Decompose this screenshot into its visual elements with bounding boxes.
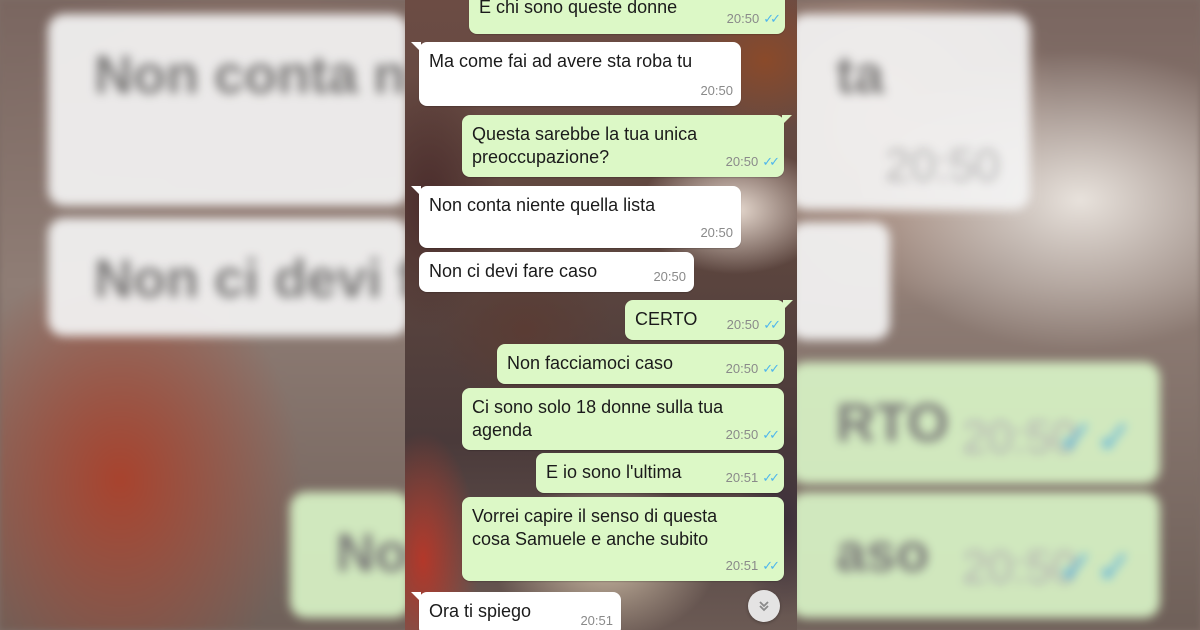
message-time: 20:50	[700, 83, 733, 98]
bg-bubble-7: aso 20:50 ✓✓	[790, 492, 1160, 618]
message-time: 20:50	[725, 361, 759, 376]
message-time: 20:50	[725, 427, 759, 442]
double-check-icon: ✓✓	[1056, 541, 1134, 593]
message-text: Vorrei capire il senso di questa cosa Sa…	[472, 506, 718, 549]
chat-window[interactable]: E chi sono queste donne 20:50 ✓✓ Ma come …	[405, 0, 797, 630]
bg-bubble-text: ta	[836, 45, 885, 105]
message-bubble: Ma come fai ad avere sta roba tu 20:50	[411, 42, 741, 106]
bg-bubble-text: No	[336, 523, 408, 583]
scroll-down-button[interactable]	[748, 590, 780, 622]
message-bubble: CERTO 20:50 ✓✓	[625, 300, 793, 340]
message-text: Non conta niente quella lista	[429, 195, 656, 215]
message-bubble: Ci sono solo 18 donne sulla tua agenda 2…	[462, 388, 784, 450]
message-bubble: Non conta niente quella lista 20:50	[411, 186, 741, 248]
message-text: Non ci devi fare caso	[429, 261, 598, 281]
message-text: Ma come fai ad avere sta roba tu	[429, 51, 693, 71]
message-time: 20:51	[725, 558, 759, 573]
message-time: 20:51	[580, 613, 613, 628]
bg-bubble-text: aso	[836, 523, 930, 583]
bg-bubble-text: Non ci devi f	[94, 249, 408, 309]
double-check-icon: ✓✓	[762, 427, 780, 442]
message-bubble: Vorrei capire il senso di questa cosa Sa…	[462, 497, 784, 581]
message-time: 20:50	[726, 317, 760, 332]
bg-bubble-text: Non conta n	[94, 45, 406, 105]
message-time: 20:50	[700, 225, 733, 240]
bg-bubble-text: RTO	[836, 393, 950, 453]
bg-bubble-4	[790, 222, 890, 340]
bg-bubble-time: 20:50	[884, 139, 1000, 191]
message-bubble: Non ci devi fare caso 20:50	[419, 252, 694, 292]
bg-bubble-5: RTO 20:50 ✓✓	[790, 362, 1160, 484]
message-time: 20:50	[725, 154, 759, 169]
bg-bubble-1: Non conta n	[48, 14, 408, 206]
message-bubble: Ora ti spiego 20:51	[411, 592, 621, 630]
message-time: 20:50	[653, 269, 686, 284]
double-check-icon: ✓✓	[762, 558, 780, 573]
bg-bubble-6: No	[290, 492, 410, 618]
message-time: 20:50	[726, 11, 760, 26]
chevron-double-down-icon	[757, 597, 771, 614]
message-bubble: E chi sono queste donne 20:50 ✓✓	[469, 0, 785, 34]
bg-bubble-3: ta 20:50	[790, 14, 1030, 210]
double-check-icon: ✓✓	[762, 154, 780, 169]
double-check-icon: ✓✓	[763, 11, 781, 26]
double-check-icon: ✓✓	[1056, 411, 1134, 463]
double-check-icon: ✓✓	[762, 470, 780, 485]
message-bubble: Non facciamoci caso 20:50 ✓✓	[497, 344, 784, 384]
double-check-icon: ✓✓	[763, 317, 781, 332]
double-check-icon: ✓✓	[762, 361, 780, 376]
message-bubble: Questa sarebbe la tua unica preoccupazio…	[462, 115, 792, 177]
message-bubble: E io sono l'ultima 20:51 ✓✓	[536, 453, 784, 493]
message-time: 20:51	[725, 470, 759, 485]
bg-bubble-2: Non ci devi f	[48, 218, 408, 336]
